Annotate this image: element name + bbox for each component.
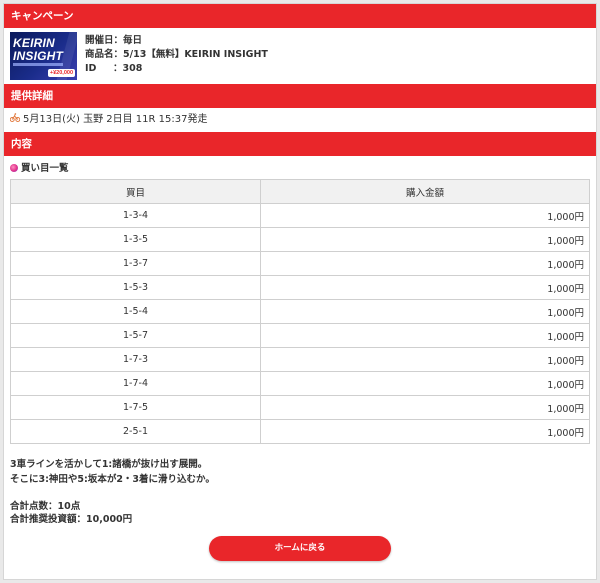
race-detail-text: 5月13日(火) 玉野 2日目 11R 15:37発走 (23, 114, 208, 125)
bet-combo: 1-5-3 (10, 275, 261, 300)
prediction-comment: 3車ラインを活かして1:諸橋が抜け出す展開。 そこに3:神田や5:坂本が2・3着… (10, 459, 215, 485)
target-icon (10, 164, 18, 172)
bet-combo: 1-3-4 (10, 203, 261, 228)
bet-amount: 1,000円 (260, 419, 590, 444)
campaign-date-row: 開催日：毎日 (85, 34, 268, 48)
total-amount: 合計推奨投資額：10,000円 (10, 514, 133, 525)
campaign-product-label: 商品名： (85, 49, 124, 60)
campaign-date-label: 開催日： (85, 35, 124, 46)
thumbnail-title-line1: KEIRIN (13, 36, 55, 50)
table-row: 1-7-4 1,000円 (10, 371, 590, 396)
totals: 合計点数：10点 合計推奨投資額：10,000円 (10, 500, 590, 526)
home-button-wrap: ホームに戻る (10, 536, 590, 561)
bet-amount: 1,000円 (260, 395, 590, 420)
detail-header: 提供詳細 (4, 84, 596, 108)
campaign-id-value: ：308 (113, 63, 143, 74)
table-row: 1-5-4 1,000円 (10, 299, 590, 324)
thumbnail-title-line2: INSIGHT (13, 49, 64, 63)
bet-amount: 1,000円 (260, 275, 590, 300)
campaign-product-value: 5/13【無料】KEIRIN INSIGHT (123, 49, 268, 60)
campaign-block: KEIRIN INSIGHT +¥20,000 開催日：毎日 商品名：5/13【… (4, 28, 596, 84)
campaign-product-row: 商品名：5/13【無料】KEIRIN INSIGHT (85, 48, 268, 62)
table-row: 2-5-1 1,000円 (10, 419, 590, 444)
column-header-amount: 購入金額 (260, 179, 590, 204)
campaign-info: 開催日：毎日 商品名：5/13【無料】KEIRIN INSIGHT ID ：308 (85, 34, 268, 76)
table-row: 1-5-3 1,000円 (10, 275, 590, 300)
bet-amount: 1,000円 (260, 227, 590, 252)
home-button[interactable]: ホームに戻る (209, 536, 391, 561)
race-detail: 5月13日(火) 玉野 2日目 11R 15:37発走 (4, 108, 596, 132)
bet-amount: 1,000円 (260, 203, 590, 228)
bicycle-icon (9, 108, 21, 132)
table-row: 1-3-5 1,000円 (10, 227, 590, 252)
table-row: 1-3-7 1,000円 (10, 251, 590, 276)
bet-amount: 1,000円 (260, 323, 590, 348)
bet-combo: 1-7-4 (10, 371, 261, 396)
campaign-id-row: ID ：308 (85, 62, 268, 76)
table-row: 1-5-7 1,000円 (10, 323, 590, 348)
bet-amount: 1,000円 (260, 347, 590, 372)
bet-list-title: 買い目一覧 (10, 162, 590, 176)
bet-amount: 1,000円 (260, 299, 590, 324)
bet-combo: 1-3-7 (10, 251, 261, 276)
column-header-combo: 買目 (10, 179, 261, 204)
thumbnail-subtitle-bar (13, 63, 63, 66)
campaign-date-value: 毎日 (123, 35, 143, 46)
bet-combo: 1-3-5 (10, 227, 261, 252)
bet-table-body: 1-3-4 1,000円 1-3-5 1,000円 1-3-7 1,000円 1-5-3 1,… (10, 203, 590, 444)
total-points: 合計点数：10点 (10, 501, 81, 512)
campaign-thumbnail[interactable]: KEIRIN INSIGHT +¥20,000 (10, 32, 77, 80)
table-row: 1-3-4 1,000円 (10, 203, 590, 228)
bet-combo: 1-7-5 (10, 395, 261, 420)
bet-list-title-text: 買い目一覧 (21, 163, 69, 174)
page: キャンペーン KEIRIN INSIGHT +¥20,000 開催日：毎日 商品… (3, 3, 597, 580)
campaign-id-label: ID (85, 63, 97, 74)
campaign-header: キャンペーン (4, 4, 596, 28)
bet-combo: 2-5-1 (10, 419, 261, 444)
bet-combo: 1-5-7 (10, 323, 261, 348)
bet-table-header-row: 買目 購入金額 (10, 179, 590, 204)
bet-amount: 1,000円 (260, 251, 590, 276)
bet-combo: 1-5-4 (10, 299, 261, 324)
bet-table: 買目 購入金額 1-3-4 1,000円 1-3-5 1,000円 1-3-7 1,000… (10, 179, 590, 444)
content-block: 買い目一覧 買目 購入金額 1-3-4 1,000円 1-3-5 1,000円 1-3-… (4, 156, 596, 561)
bet-amount: 1,000円 (260, 371, 590, 396)
bet-combo: 1-7-3 (10, 347, 261, 372)
table-row: 1-7-5 1,000円 (10, 395, 590, 420)
table-row: 1-7-3 1,000円 (10, 347, 590, 372)
thumbnail-badge: +¥20,000 (47, 69, 75, 77)
content-header: 内容 (4, 132, 596, 156)
